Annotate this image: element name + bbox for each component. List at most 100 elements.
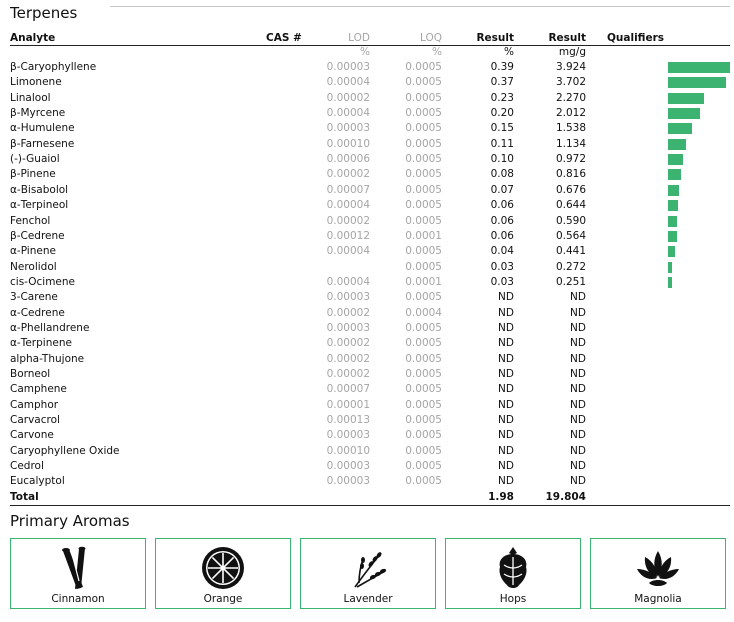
result-mg-cell: ND [570, 383, 586, 396]
analyte-cell: Nerolidol [10, 260, 57, 273]
lavender-icon [354, 552, 387, 588]
qualifier-bar [668, 230, 677, 242]
loq-cell: 0.0005 [405, 429, 442, 442]
total-label: Total [10, 490, 39, 503]
analyte-cell: β-Farnesene [10, 137, 75, 150]
analyte-cell: α-Terpinene [10, 337, 72, 350]
qualifier-bar [668, 77, 727, 89]
qualifier-bar [668, 200, 679, 212]
loq-cell: 0.0005 [405, 321, 442, 334]
result-mg-cell: 1.134 [555, 137, 586, 150]
loq-cell: 0.0005 [405, 337, 442, 350]
lod-cell: 0.00004 [326, 76, 370, 89]
aroma-label: Hops [499, 593, 527, 605]
result-mg-cell: ND [570, 337, 586, 350]
analyte-cell: Carvacrol [10, 414, 60, 427]
result-mg-cell: ND [570, 321, 586, 334]
result-pct-cell: ND [498, 352, 514, 365]
qualifier-bar [668, 169, 681, 181]
analyte-cell: α-Humulene [10, 122, 75, 135]
result-mg-cell: ND [570, 368, 586, 380]
qualifier-bar [668, 92, 704, 104]
result-pct-cell: 0.15 [490, 122, 514, 135]
table-row: α-Phellandrene 0.00003 0.0005 ND ND [10, 321, 730, 336]
analyte-cell: α-Phellandrene [10, 321, 90, 334]
table-row: Caryophyllene Oxide 0.00010 0.0005 ND ND [10, 444, 730, 459]
result-mg-cell: 0.972 [555, 153, 586, 166]
table-row: α-Pinene 0.00004 0.0005 0.04 0.441 [10, 244, 730, 259]
result-pct-cell: 0.06 [490, 199, 514, 212]
analyte-cell: α-Cedrene [10, 306, 65, 319]
aroma-card-magnolia: Magnolia [590, 538, 726, 609]
analyte-cell: α-Pinene [10, 245, 56, 258]
table-row: alpha-Thujone 0.00002 0.0005 ND ND [10, 352, 730, 367]
result-pct-cell: 0.03 [490, 260, 514, 273]
result-pct-cell: ND [498, 429, 514, 442]
title-divider [110, 6, 730, 7]
loq-cell: 0.0005 [405, 214, 442, 227]
table-row: Fenchol 0.00002 0.0005 0.06 0.590 [10, 214, 730, 229]
table-row: Carvone 0.00003 0.0005 ND ND [10, 428, 730, 443]
analyte-cell: Camphor [10, 398, 59, 411]
loq-cell: 0.0005 [405, 122, 442, 135]
lod-cell: 0.00006 [326, 153, 370, 166]
loq-cell: 0.0001 [405, 275, 442, 288]
table-row: Camphor 0.00001 0.0005 ND ND [10, 398, 730, 413]
lod-cell: 0.00003 [326, 460, 370, 473]
analyte-cell: Linalool [10, 91, 51, 104]
lod-cell: 0.00002 [326, 337, 370, 350]
table-row: β-Caryophyllene 0.00003 0.0005 0.39 3.924 [10, 60, 730, 75]
lod-cell: 0.00012 [326, 229, 370, 242]
qualifier-bar [668, 123, 693, 135]
result-mg-cell: ND [570, 398, 586, 411]
result-mg-cell: 0.251 [555, 275, 586, 288]
result-mg-cell: 3.924 [555, 61, 586, 73]
loq-cell: 0.0005 [405, 91, 442, 104]
result-mg-cell: 0.644 [555, 199, 586, 212]
table-row: Eucalyptol 0.00003 0.0005 ND ND [10, 474, 730, 489]
aroma-card-orange: Orange [155, 538, 291, 609]
unit-lod: % [360, 46, 370, 58]
analyte-cell: α-Terpineol [10, 199, 69, 212]
result-pct-cell: ND [498, 321, 514, 334]
table-row: α-Terpineol 0.00004 0.0005 0.06 0.644 [10, 198, 730, 213]
analyte-cell: 3-Carene [10, 291, 58, 304]
units-row: % % % mg/g [10, 45, 730, 60]
table-row: α-Terpinene 0.00002 0.0005 ND ND [10, 336, 730, 351]
lod-cell: 0.00002 [326, 214, 370, 227]
lod-cell: 0.00010 [326, 444, 370, 457]
table-row: Borneol 0.00002 0.0005 ND ND [10, 367, 730, 382]
table-row: α-Cedrene 0.00002 0.0004 ND ND [10, 306, 730, 321]
result-pct-cell: 0.08 [490, 168, 514, 181]
table-row: 3-Carene 0.00003 0.0005 ND ND [10, 290, 730, 305]
result-mg-cell: 0.676 [555, 183, 586, 196]
loq-cell: 0.0005 [405, 352, 442, 365]
lod-cell: 0.00002 [326, 368, 370, 380]
lod-cell: 0.00007 [326, 383, 370, 396]
analyte-cell: Carvone [10, 429, 54, 442]
lod-cell: 0.00002 [326, 352, 370, 365]
qualifier-bar [668, 108, 700, 120]
result-mg-cell: ND [570, 460, 586, 473]
result-mg-cell: ND [570, 414, 586, 427]
lod-cell: 0.00004 [326, 275, 370, 288]
result-mg-cell: ND [570, 352, 586, 365]
qualifier-bar [668, 276, 672, 288]
result-pct-cell: 0.37 [490, 76, 514, 89]
result-pct-cell: ND [498, 337, 514, 350]
table-row: β-Farnesene 0.00010 0.0005 0.11 1.134 [10, 137, 730, 152]
result-pct-cell: ND [498, 444, 514, 457]
total-mg: 19.804 [545, 490, 586, 503]
loq-cell: 0.0004 [405, 306, 442, 319]
table-row: Linalool 0.00002 0.0005 0.23 2.270 [10, 91, 730, 106]
loq-cell: 0.0005 [405, 168, 442, 181]
result-mg-cell: 0.441 [555, 245, 586, 258]
result-pct-cell: ND [498, 398, 514, 411]
loq-cell: 0.0001 [405, 229, 442, 242]
result-pct-cell: ND [498, 475, 514, 488]
total-pct: 1.98 [488, 490, 514, 503]
total-divider [10, 505, 730, 506]
analyte-cell: α-Bisabolol [10, 183, 69, 196]
aroma-label: Lavender [343, 593, 393, 605]
result-mg-cell: ND [570, 306, 586, 319]
